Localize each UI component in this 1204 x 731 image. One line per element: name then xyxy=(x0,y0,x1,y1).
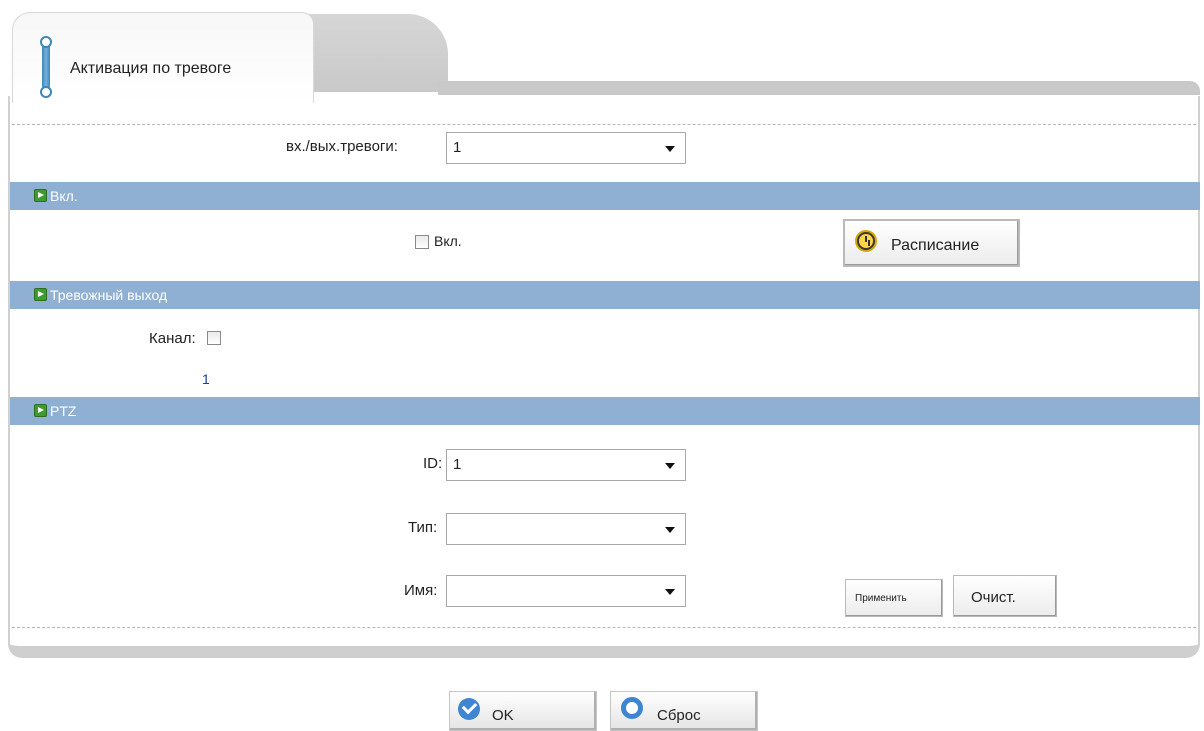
channel-checkbox[interactable] xyxy=(207,331,221,345)
expand-icon xyxy=(34,404,47,417)
reset-icon xyxy=(621,697,643,719)
checkmark-icon xyxy=(458,698,480,720)
ptz-name-select[interactable] xyxy=(446,575,686,607)
reset-button[interactable]: Сброс xyxy=(610,691,758,731)
chevron-down-icon xyxy=(665,146,675,152)
section-title-alarm-output: Тревожный выход xyxy=(50,287,168,303)
tab-alarm-activation[interactable] xyxy=(12,12,314,103)
channel-label: Канал: xyxy=(149,330,196,347)
ptz-clear-label: Очист. xyxy=(971,589,1016,606)
chevron-down-icon xyxy=(665,463,675,469)
divider-bottom xyxy=(12,627,1196,628)
ptz-apply-label: Применить xyxy=(855,593,907,604)
ptz-type-label: Тип: xyxy=(408,519,438,536)
schedule-button-label: Расписание xyxy=(891,237,980,254)
clock-icon xyxy=(855,230,877,252)
channel-number: 1 xyxy=(202,371,210,387)
ptz-clear-button[interactable]: Очист. xyxy=(953,575,1057,617)
alarm-io-value: 1 xyxy=(453,139,462,156)
chevron-down-icon xyxy=(665,589,675,595)
chevron-down-icon xyxy=(665,527,675,533)
tab-marker-icon xyxy=(40,36,52,98)
section-title-ptz: PTZ xyxy=(50,403,77,419)
alarm-io-label: вх./вых.тревоги: xyxy=(286,138,398,155)
ptz-id-select[interactable]: 1 xyxy=(446,449,686,481)
section-header-enable[interactable]: Вкл. xyxy=(10,182,1200,210)
alarm-io-select[interactable]: 1 xyxy=(446,132,686,164)
section-header-alarm-output[interactable]: Тревожный выход xyxy=(10,281,1200,309)
enable-checkbox-label: Вкл. xyxy=(434,233,462,249)
ok-button[interactable]: OK xyxy=(449,691,597,731)
section-header-ptz[interactable]: PTZ xyxy=(10,397,1200,425)
ptz-id-label: ID: xyxy=(423,455,443,472)
ptz-id-value: 1 xyxy=(453,456,462,473)
schedule-button[interactable]: Расписание xyxy=(843,219,1020,267)
ptz-apply-button[interactable]: Применить xyxy=(845,579,943,617)
ptz-name-label: Имя: xyxy=(404,582,438,599)
expand-icon xyxy=(34,288,47,301)
ptz-type-select[interactable] xyxy=(446,513,686,545)
enable-checkbox[interactable] xyxy=(415,235,429,249)
divider-top xyxy=(12,124,1196,125)
reset-button-label: Сброс xyxy=(657,707,701,724)
expand-icon xyxy=(34,189,47,202)
section-title-enable: Вкл. xyxy=(50,188,78,204)
settings-panel xyxy=(8,96,1200,658)
tab-bar xyxy=(438,81,1200,95)
tab-label: Активация по тревоге xyxy=(70,60,232,77)
ok-button-label: OK xyxy=(492,707,514,724)
